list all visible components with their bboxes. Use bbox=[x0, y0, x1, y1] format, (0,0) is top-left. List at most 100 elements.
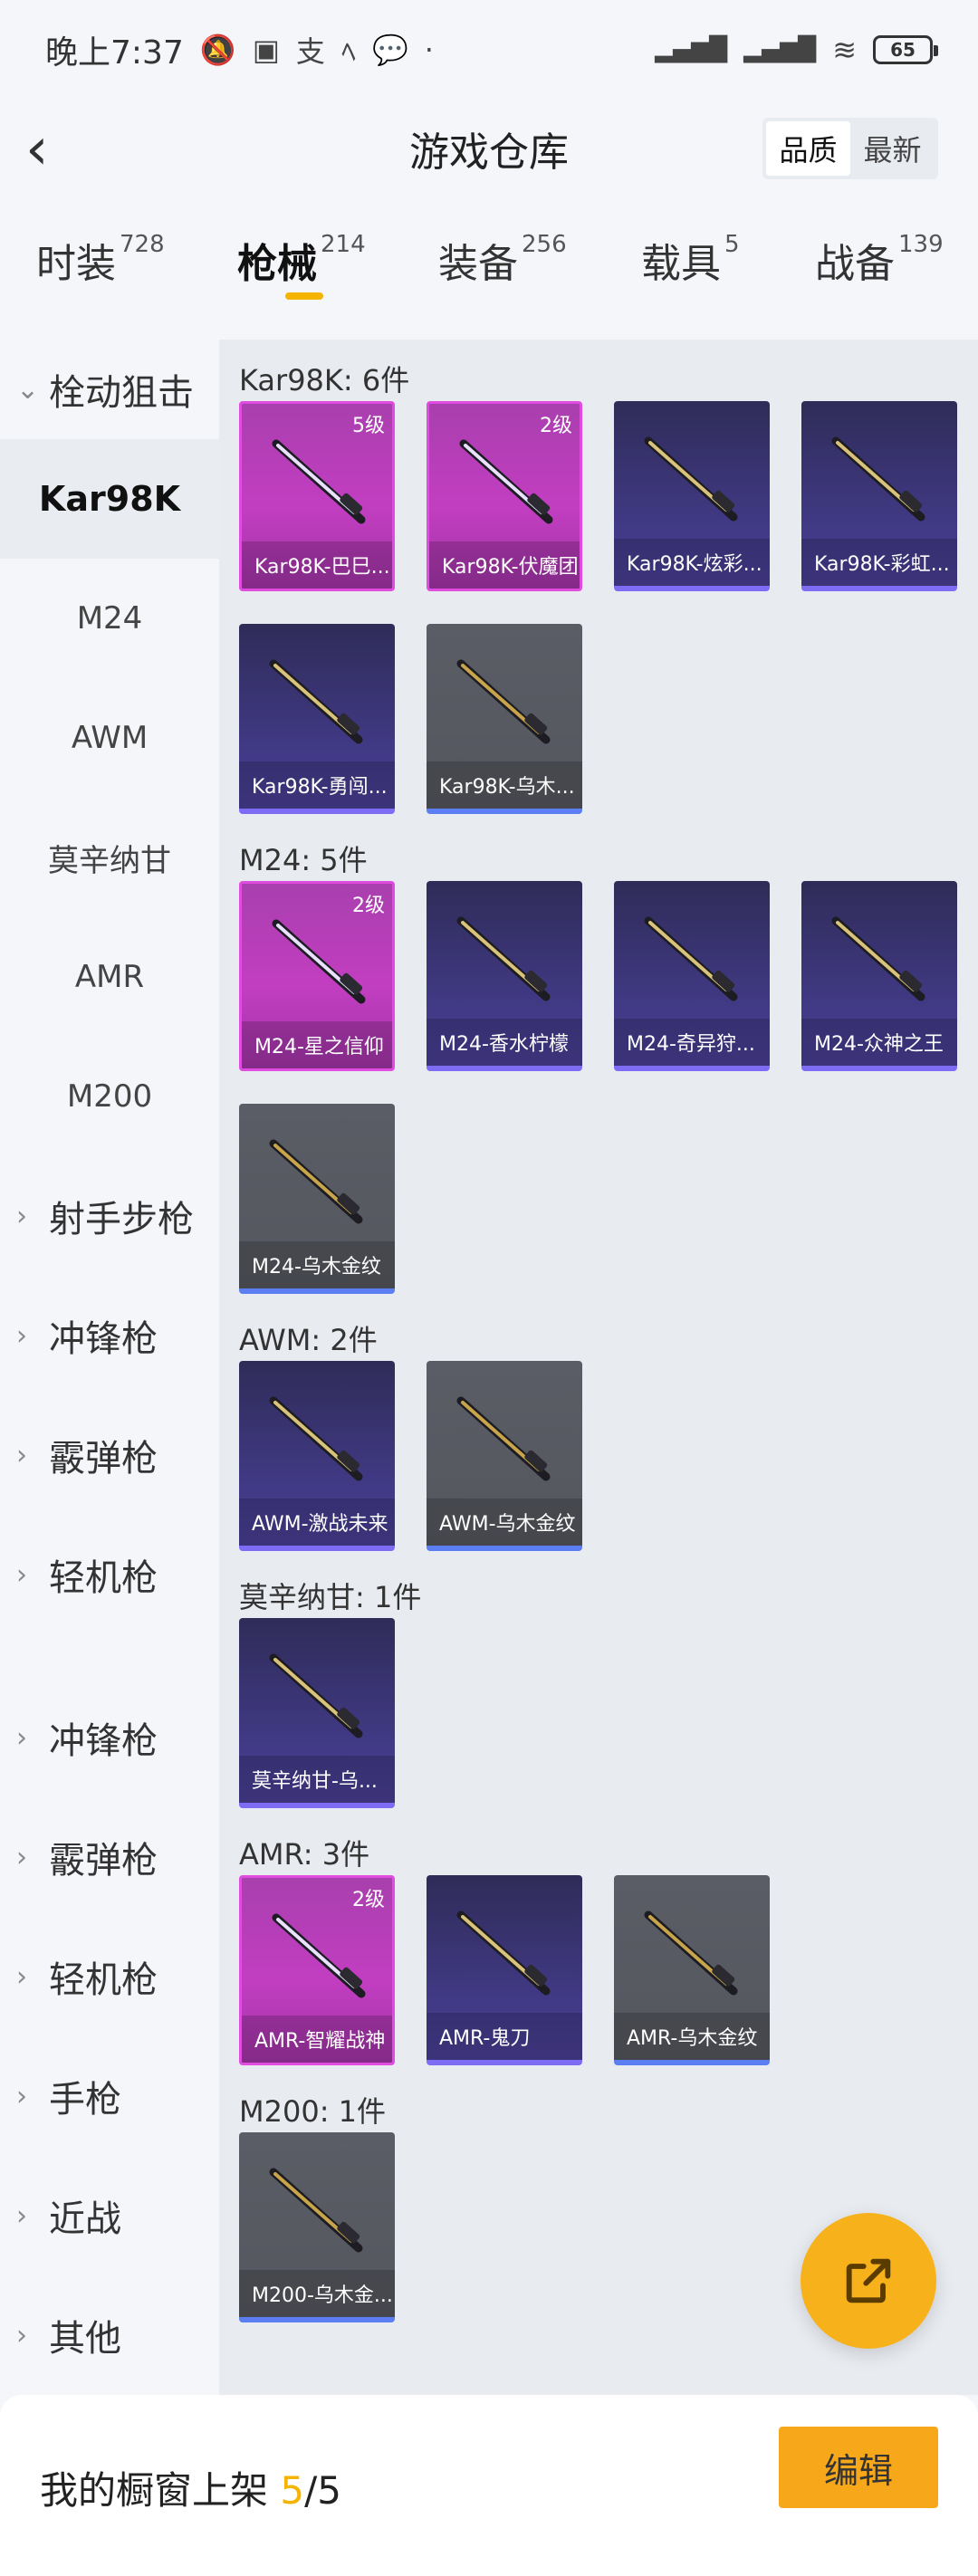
weapon-name: M24-乌木金纹 bbox=[239, 1241, 395, 1288]
weapon-card[interactable]: 2级 AMR-智耀战神 bbox=[239, 1875, 395, 2065]
sidebar-group-other[interactable]: › 其他 bbox=[0, 2275, 219, 2395]
section-title: AWM: 2件 bbox=[239, 1323, 378, 1357]
rifle-icon bbox=[272, 919, 366, 1004]
sidebar-group-lmg-2[interactable]: › 轻机枪 bbox=[0, 1917, 219, 2036]
weapon-card[interactable]: Kar98K-彩虹... bbox=[801, 401, 957, 591]
edit-button[interactable]: 编辑 bbox=[779, 2427, 938, 2508]
rifle-icon bbox=[456, 916, 551, 1001]
weapon-grid: Kar98K: 6件 5级 Kar98K-巴巳... 2级 Kar98K-伏魔团 Kar9… bbox=[219, 340, 978, 2395]
rifle-icon bbox=[269, 1653, 363, 1738]
battery-level: 65 bbox=[890, 39, 916, 61]
sidebar-group-shotgun[interactable]: › 霰弹枪 bbox=[0, 1395, 219, 1515]
tab-supplies[interactable]: 战备 139 bbox=[815, 231, 944, 289]
weapon-card[interactable]: M24-奇异狩... bbox=[614, 881, 770, 1071]
status-bar: 晚上7:37 🔕 ▣ 支 ﾍ 💬 · ▂▄▆█ ▂▄▆█ ≋ 65 bbox=[0, 0, 978, 100]
sidebar-item-amr[interactable]: AMR bbox=[0, 917, 219, 1037]
sort-newest-button[interactable]: 最新 bbox=[850, 121, 935, 176]
sidebar-item-mosin[interactable]: 莫辛纳甘 bbox=[0, 798, 219, 917]
showcase-status: 我的橱窗上架 5/5 bbox=[40, 2460, 341, 2515]
weapon-name: AMR-乌木金纹 bbox=[614, 2013, 770, 2060]
weapon-card[interactable]: AMR-鬼刀 bbox=[427, 1875, 582, 2065]
weapon-name: M24-星之信仰 bbox=[242, 1021, 392, 1068]
external-link-icon bbox=[846, 2258, 891, 2303]
sidebar-group-marksman[interactable]: › 射手步枪 bbox=[0, 1156, 219, 1276]
weapon-card[interactable]: Kar98K-乌木... bbox=[427, 624, 582, 814]
sort-quality-button[interactable]: 品质 bbox=[766, 121, 850, 176]
weapon-card[interactable]: AWM-乌木金纹 bbox=[427, 1361, 582, 1551]
weapon-name: AMR-智耀战神 bbox=[242, 2016, 392, 2063]
weapon-card[interactable]: 2级 Kar98K-伏魔团 bbox=[427, 401, 582, 591]
tab-fashion[interactable]: 时装 728 bbox=[36, 231, 165, 289]
mute-icon: 🔕 bbox=[199, 33, 236, 67]
rifle-icon bbox=[269, 1139, 363, 1224]
tab-label: 战备 bbox=[815, 241, 895, 287]
chevron-right-icon: › bbox=[16, 1960, 27, 1993]
rifle-icon bbox=[269, 659, 363, 744]
sidebar-group-bolt-action[interactable]: ⌄ 栓动狙击 bbox=[0, 340, 219, 439]
section-title: M24: 5件 bbox=[239, 843, 368, 877]
weapon-card[interactable]: M24-乌木金纹 bbox=[239, 1104, 395, 1294]
sidebar-item-kar98k[interactable]: Kar98K bbox=[0, 439, 219, 559]
section-title: 莫辛纳甘: 1件 bbox=[239, 1580, 422, 1614]
weapon-card[interactable]: Kar98K-勇闯... bbox=[239, 624, 395, 814]
weapon-card[interactable]: 莫辛纳甘-乌... bbox=[239, 1618, 395, 1808]
chevron-right-icon: › bbox=[16, 1558, 27, 1591]
level-badge: 2级 bbox=[540, 415, 572, 437]
rifle-icon bbox=[272, 1913, 366, 1998]
weapon-card[interactable]: M24-众神之王 bbox=[801, 881, 957, 1071]
sidebar-item-awm[interactable]: AWM bbox=[0, 678, 219, 798]
weapon-card[interactable]: 5级 Kar98K-巴巳... bbox=[239, 401, 395, 591]
weapon-card[interactable]: Kar98K-炫彩... bbox=[614, 401, 770, 591]
sidebar-group-smg[interactable]: › 冲锋枪 bbox=[0, 1276, 219, 1395]
tab-guns[interactable]: 枪械 214 bbox=[237, 231, 366, 289]
weapon-name: Kar98K-勇闯... bbox=[239, 761, 395, 809]
rifle-icon bbox=[644, 436, 738, 522]
showcase-footer: 我的橱窗上架 5/5 编辑 bbox=[0, 2395, 978, 2576]
weapon-name: Kar98K-乌木... bbox=[427, 761, 582, 809]
sidebar-group-shotgun-2[interactable]: › 霰弹枪 bbox=[0, 1797, 219, 1917]
chevron-right-icon: › bbox=[16, 2199, 27, 2232]
sidebar-group-label: 霰弹枪 bbox=[49, 1438, 158, 1480]
level-badge: 2级 bbox=[352, 895, 385, 917]
sidebar-item-m24[interactable]: M24 bbox=[0, 559, 219, 678]
tab-equipment[interactable]: 装备 256 bbox=[438, 231, 567, 289]
sidebar-group-melee[interactable]: › 近战 bbox=[0, 2156, 219, 2275]
weapon-card[interactable]: M200-乌木金... bbox=[239, 2132, 395, 2322]
weapon-name: M24-奇异狩... bbox=[614, 1019, 770, 1066]
sidebar-group-label: 手枪 bbox=[49, 2079, 121, 2121]
sidebar-group-label: 冲锋枪 bbox=[49, 1720, 158, 1762]
chevron-right-icon: › bbox=[16, 2080, 27, 2112]
sidebar-group-pistol[interactable]: › 手枪 bbox=[0, 2036, 219, 2156]
rifle-icon bbox=[831, 916, 925, 1001]
rifle-icon bbox=[269, 2168, 363, 2253]
weapon-name: 莫辛纳甘-乌... bbox=[239, 1756, 395, 1803]
tab-label: 载具 bbox=[641, 241, 721, 287]
chevron-right-icon: › bbox=[16, 2319, 27, 2351]
sidebar-group-label: 近战 bbox=[49, 2198, 121, 2240]
rifle-icon bbox=[269, 1396, 363, 1481]
rifle-icon bbox=[456, 659, 551, 744]
tab-count: 139 bbox=[898, 231, 944, 258]
sidebar-group-label: 射手步枪 bbox=[49, 1199, 194, 1240]
sidebar-group-lmg[interactable]: › 轻机枪 bbox=[0, 1515, 219, 1634]
level-badge: 2级 bbox=[352, 1889, 385, 1911]
sidebar-group-label: 轻机枪 bbox=[49, 1557, 158, 1599]
rifle-icon bbox=[272, 439, 366, 524]
nfc-icon: ▣ bbox=[252, 33, 280, 67]
sidebar-group-label: 冲锋枪 bbox=[49, 1318, 158, 1360]
weapon-card[interactable]: 2级 M24-星之信仰 bbox=[239, 881, 395, 1071]
tab-label: 枪械 bbox=[237, 241, 317, 287]
weapon-card[interactable]: AMR-乌木金纹 bbox=[614, 1875, 770, 2065]
category-tabs: 时装 728 枪械 214 装备 256 载具 5 战备 139 bbox=[0, 231, 978, 321]
signal-2-icon: ▂▄▆█ bbox=[743, 36, 817, 63]
sort-toggle: 品质 最新 bbox=[762, 118, 938, 179]
tab-vehicles[interactable]: 载具 5 bbox=[641, 231, 740, 289]
share-button[interactable] bbox=[801, 2213, 936, 2349]
weapon-card[interactable]: AWM-激战未来 bbox=[239, 1361, 395, 1551]
showcase-total: /5 bbox=[304, 2468, 341, 2513]
sidebar-item-m200[interactable]: M200 bbox=[0, 1037, 219, 1156]
level-badge: 5级 bbox=[352, 415, 385, 437]
weapon-card[interactable]: M24-香水柠檬 bbox=[427, 881, 582, 1071]
tab-count: 5 bbox=[724, 231, 740, 258]
sidebar-group-smg-2[interactable]: › 冲锋枪 bbox=[0, 1678, 219, 1797]
